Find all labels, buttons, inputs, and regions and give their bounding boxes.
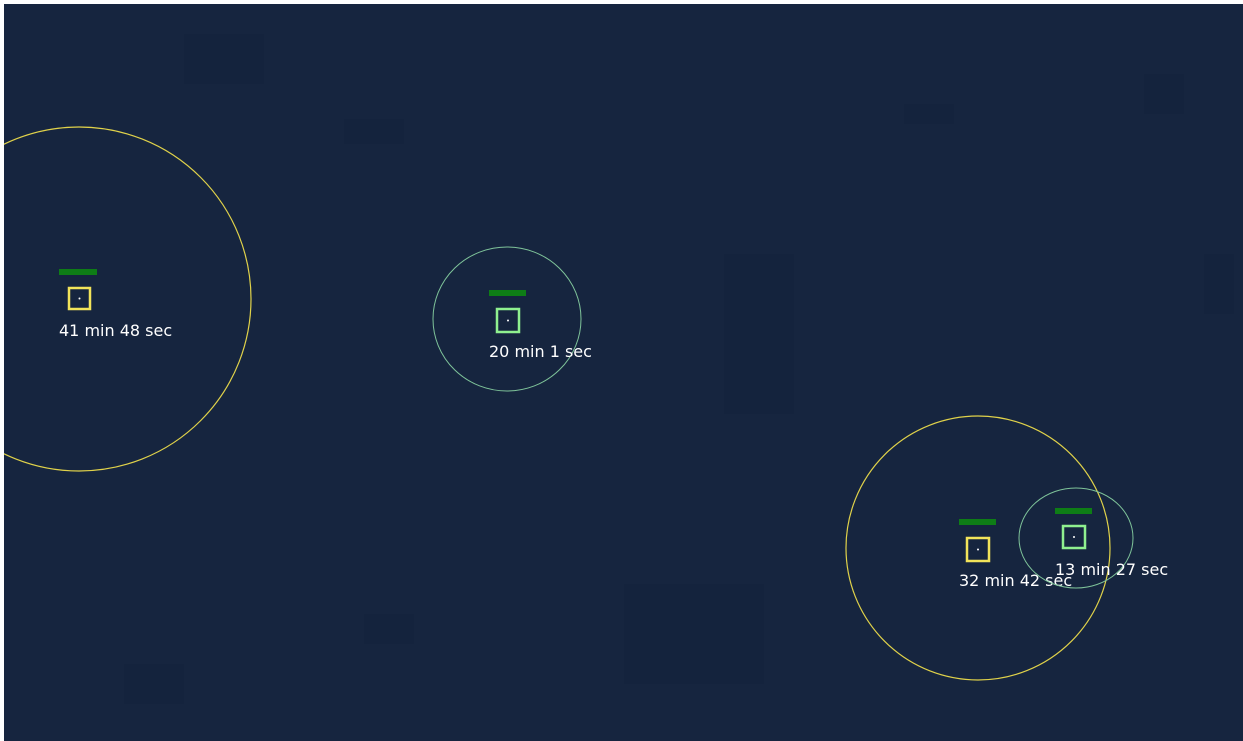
unit-dot-icon [1073,536,1075,538]
map-viewport[interactable]: 41 min 48 sec 20 min 1 sec 32 min 42 sec… [4,4,1243,741]
health-bar [59,269,97,275]
health-bar [1055,508,1092,514]
health-bar [489,290,526,296]
terrain-texture [124,34,1234,704]
range-circle [432,246,582,392]
unit-dot-icon [78,297,81,300]
timer-label: 41 min 48 sec [59,321,172,340]
marker-group[interactable]: 20 min 1 sec [432,246,592,392]
map-overlay: 41 min 48 sec 20 min 1 sec 32 min 42 sec… [4,34,1234,704]
unit-dot-icon [977,548,979,551]
marker-group[interactable]: 41 min 48 sec [4,126,252,472]
unit-dot-icon [507,319,509,322]
timer-label: 20 min 1 sec [489,342,592,361]
range-circle [4,126,252,472]
timer-label: 13 min 27 sec [1055,560,1168,579]
health-bar [959,519,996,525]
